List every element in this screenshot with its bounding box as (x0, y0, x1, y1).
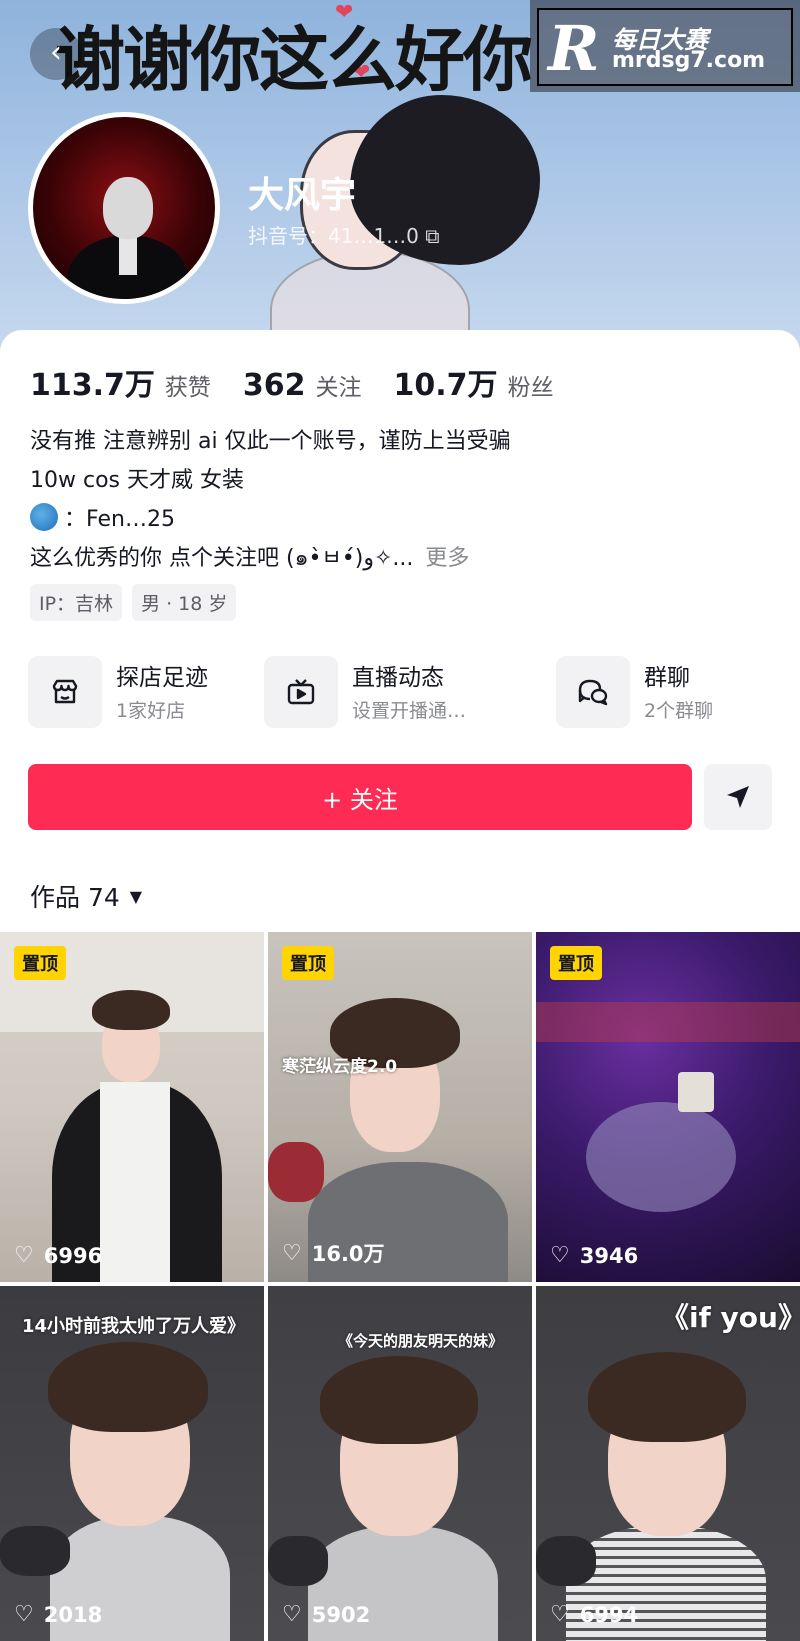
video-caption: 《今天的朋友明天的妹》 (338, 1332, 504, 1350)
person-shirt (100, 1082, 170, 1282)
stat-following[interactable]: 362 关注 (243, 368, 362, 403)
video-thumbnail[interactable]: 置顶 ♡ 6996 (0, 932, 264, 1282)
chevron-left-icon: ‹ (50, 35, 62, 70)
banner-title: 谢谢你这么好你 (55, 19, 533, 101)
shortcut-shop-visits[interactable]: 探店足迹 1家好店 (28, 652, 248, 728)
shortcut-title: 探店足迹 (116, 665, 208, 691)
username: 大风宇 (248, 175, 357, 216)
bio-contact: Fen…25 (86, 507, 175, 532)
person-hair (588, 1352, 746, 1442)
stat-value: 113.7万 (30, 368, 155, 403)
like-count: ♡ 5902 (282, 1602, 370, 1627)
like-value: 6994 (579, 1602, 639, 1627)
stat-value: 362 (242, 368, 306, 403)
microphone (268, 1536, 328, 1586)
stat-followers[interactable]: 10.7万 粉丝 (394, 360, 554, 404)
dancer-blur (586, 1102, 736, 1212)
like-value: 3946 (579, 1243, 639, 1268)
like-count: ♡ 3946 (550, 1243, 638, 1268)
stat-label: 关注 (315, 375, 362, 401)
like-value: 6996 (43, 1243, 103, 1268)
video-thumbnail[interactable]: 14小时前我太帅了万人爱》 ♡ 2018 (0, 1286, 264, 1641)
globe-icon (30, 503, 58, 531)
shortcut-title: 群聊 (644, 665, 690, 691)
caret-down-icon: ▼ (129, 886, 143, 906)
like-count: ♡ 16.0万 (282, 1238, 385, 1268)
profile-tags: IP：吉林 男 · 18 岁 (30, 584, 246, 621)
send-icon (727, 786, 749, 808)
heart-outline-icon: ♡ (282, 1602, 302, 1627)
bio-line: ：Fen…25 (30, 500, 511, 539)
bio-line: 10w cos 天才威 女装 (30, 468, 244, 493)
video-thumbnail[interactable]: 置顶 ♡ 3946 (536, 932, 800, 1282)
like-count: ♡ 6996 (14, 1243, 102, 1268)
avatar-figure-shirt (119, 235, 137, 275)
heart-outline-icon: ♡ (550, 1602, 570, 1627)
video-caption: 《if you》 (661, 1301, 800, 1334)
video-caption: 寒茫纵云度2.0 (282, 1057, 398, 1077)
live-tv-icon (264, 656, 338, 728)
like-count: ♡ 6994 (550, 1602, 638, 1627)
person-hair (48, 1342, 208, 1432)
pinned-badge: 置顶 (14, 946, 66, 980)
watermark-bottom: mrdsg7.com (612, 48, 766, 73)
stats-row: 113.7万 获赞 362 关注 10.7万 粉丝 (30, 360, 586, 404)
stat-value: 10.7万 (393, 368, 498, 403)
bio-line: 这么优秀的你 点个关注吧 (๑•̀ㅂ•́)و✧... 更多 (30, 539, 511, 578)
microphone (268, 1142, 324, 1202)
heart-outline-icon: ♡ (282, 1240, 302, 1266)
microphone (0, 1526, 70, 1576)
bio-line: 没有推 注意辨别 ai 仅此一个账号，谨防上当受骗 (30, 429, 511, 454)
shortcut-subtitle: 设置开播通… (352, 700, 467, 722)
stat-likes[interactable]: 113.7万 获赞 (30, 360, 211, 404)
heart-outline-icon: ♡ (14, 1602, 34, 1627)
shortcut-live-updates[interactable]: 直播动态 设置开播通… (264, 652, 514, 728)
video-thumbnail[interactable]: 置顶 寒茫纵云度2.0 ♡ 16.0万 (268, 932, 532, 1282)
send-message-button[interactable] (704, 764, 772, 830)
bio-colon: ： (64, 507, 87, 532)
shortcut-title: 直播动态 (352, 665, 444, 691)
watermark-logo: R (548, 12, 600, 85)
neon-light (536, 1002, 800, 1042)
video-caption: 14小时前我太帅了万人爱》 (22, 1316, 246, 1337)
like-value: 16.0万 (311, 1242, 385, 1266)
group-chat-icon (556, 656, 630, 728)
shop-icon (28, 656, 102, 728)
shortcut-subtitle: 1家好店 (116, 700, 186, 722)
account-id[interactable]: 抖音号：41…1…0 ⧉ (248, 220, 440, 249)
pinned-badge: 置顶 (550, 946, 602, 980)
heart-outline-icon: ♡ (14, 1243, 34, 1268)
video-thumbnail[interactable]: 《if you》 ♡ 6994 (536, 1286, 800, 1641)
shortcut-subtitle: 2个群聊 (644, 700, 714, 722)
gender-age-tag: 男 · 18 岁 (132, 584, 237, 621)
person-hair (320, 1356, 478, 1444)
heart-outline-icon: ♡ (550, 1243, 570, 1268)
back-button[interactable]: ‹ (30, 28, 82, 80)
stat-label: 粉丝 (507, 375, 554, 401)
works-tab[interactable]: 作品 74 ▼ (30, 878, 142, 914)
pinned-badge: 置顶 (282, 946, 334, 980)
person-hair (92, 990, 170, 1030)
like-value: 2018 (43, 1602, 103, 1627)
like-count: ♡ 2018 (14, 1602, 102, 1627)
more-link[interactable]: 更多 (425, 546, 469, 571)
video-thumbnail[interactable]: 《今天的朋友明天的妹》 ♡ 5902 (268, 1286, 532, 1641)
bio: 没有推 注意辨别 ai 仅此一个账号，谨防上当受骗 10w cos 天才威 女装… (30, 422, 511, 578)
works-label: 作品 74 (30, 883, 120, 912)
shortcut-group-chat[interactable]: 群聊 2个群聊 (556, 652, 756, 728)
shortcut-row: 探店足迹 1家好店 直播动态 设置开播通… 群聊 2个群聊 (28, 652, 778, 732)
bio-text: 这么优秀的你 点个关注吧 (๑•̀ㅂ•́)و✧... (30, 546, 414, 571)
ip-location-tag: IP：吉林 (30, 584, 123, 621)
sticker (678, 1072, 714, 1112)
avatar-figure-head (103, 177, 153, 239)
stat-label: 获赞 (164, 375, 211, 401)
avatar[interactable] (28, 112, 220, 304)
microphone (536, 1536, 596, 1586)
like-value: 5902 (311, 1602, 371, 1627)
follow-button[interactable]: + 关注 (28, 764, 692, 830)
